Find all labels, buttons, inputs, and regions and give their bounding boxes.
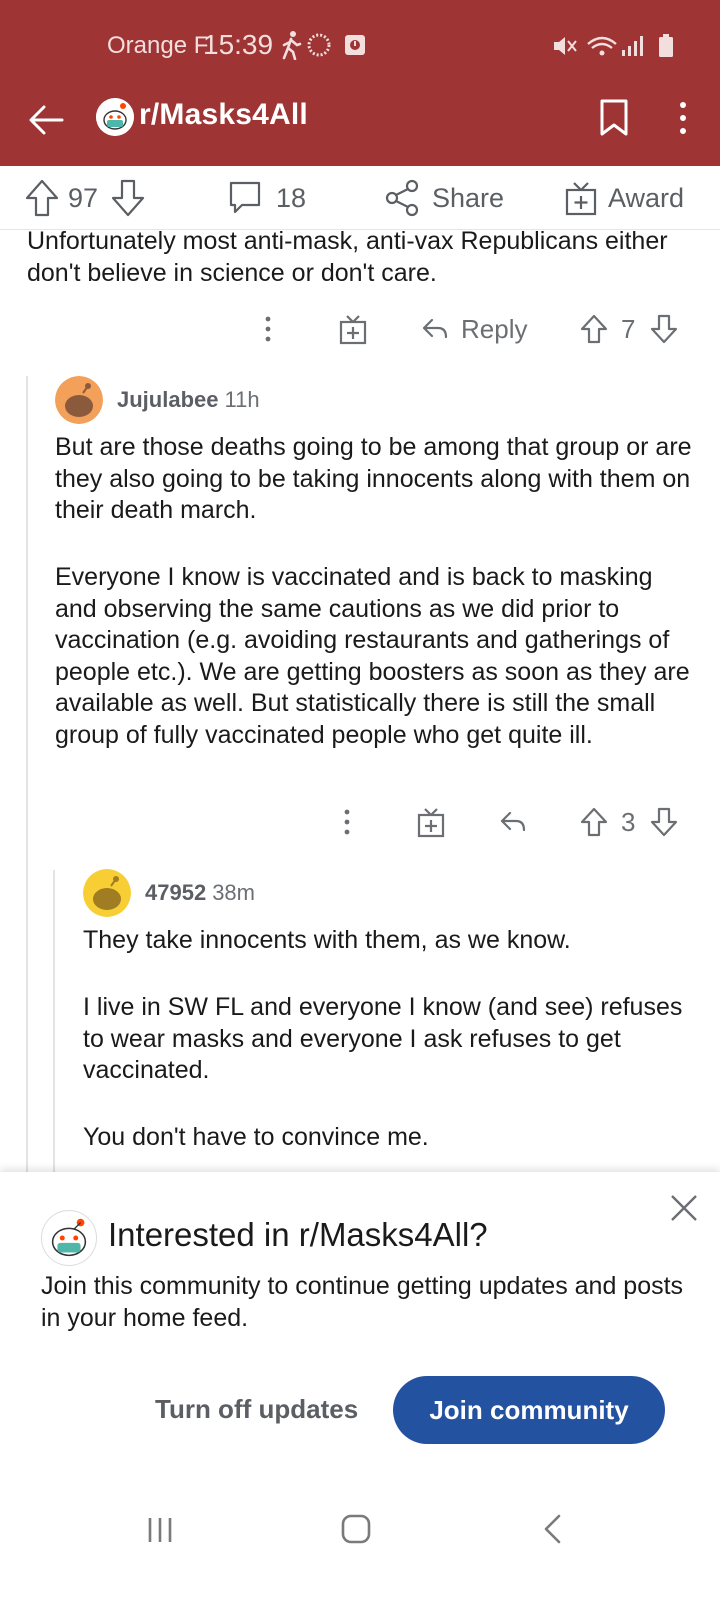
walking-icon [282,31,302,60]
reply-label: Reply [461,313,528,344]
status-bar: Orange F 15:39 [0,0,720,90]
comment-controls: Reply 7 [258,309,688,349]
comment-paragraph: But are those deaths going to be among t… [55,433,692,524]
share-label: Share [432,182,505,213]
close-icon[interactable] [668,1192,700,1224]
upvote-icon[interactable] [580,806,608,838]
award-gift-icon[interactable] [417,806,445,838]
downvote-icon[interactable] [650,313,678,345]
comment-body: Unfortunately most anti-mask, anti-vax R… [27,227,668,287]
comment-score: 3 [621,806,636,837]
subreddit-avatar [41,1210,97,1266]
mute-icon [554,37,577,55]
top-header: Orange F 15:39 r/Masks4All [0,0,720,166]
more-options-icon[interactable] [337,802,357,842]
subreddit-title[interactable]: r/Masks4All [139,98,308,132]
sheet-body: Join this community to continue getting … [41,1272,684,1332]
comment-age: 38m [212,880,255,905]
reply-arrow-icon[interactable] [499,808,527,836]
reply-arrow-icon [422,318,448,339]
back-arrow-icon[interactable] [26,100,66,140]
downvote-icon[interactable] [650,806,678,838]
comment-score: 7 [621,313,636,344]
more-options-icon[interactable] [258,309,278,349]
comment-age: 11h [224,387,260,412]
comment-paragraph: They take innocents with them, as we kno… [83,926,571,954]
username[interactable]: 47952 [145,880,206,906]
subreddit-avatar[interactable] [96,98,134,136]
upvote-icon[interactable] [24,178,60,218]
recent-apps-icon[interactable] [145,1515,175,1545]
award-gift-icon[interactable] [339,313,367,345]
comment-meta: 47952 38m [145,880,255,906]
loading-ring-icon [307,33,331,57]
sheet-title: Interested in r/Masks4All? [108,1216,488,1253]
comment-count: 18 [276,182,307,213]
avatar[interactable] [55,376,103,424]
battery-icon [659,34,673,57]
upvote-icon[interactable] [580,313,608,345]
share-icon [385,179,419,217]
award-label: Award [608,182,685,213]
back-nav-icon[interactable] [541,1513,565,1545]
post-vote-group: 97 [24,176,146,220]
system-indicators [554,34,673,57]
comment-paragraph: Everyone I know is vaccinated and is bac… [55,563,690,749]
app-bar: r/Masks4All [0,90,720,166]
wifi-icon [587,36,617,56]
comment-controls: 3 [337,802,687,842]
carrier-label: Orange F [107,32,209,59]
turn-off-updates-button[interactable]: Turn off updates [155,1394,358,1425]
post-score: 97 [68,182,99,213]
downvote-icon[interactable] [110,178,146,218]
post-action-bar: 97 18 Share Award [0,166,720,230]
signal-icon [622,36,643,56]
screen-record-icon [345,35,365,55]
share-button[interactable]: Share [384,176,504,220]
overflow-menu-icon[interactable] [675,98,691,138]
comments-button[interactable]: 18 [226,176,306,220]
avatar[interactable] [83,869,131,917]
award-gift-icon [565,182,597,216]
home-icon[interactable] [340,1513,372,1545]
system-nav-bar [0,1495,720,1600]
comment-bubble-icon [229,181,261,214]
bookmark-icon[interactable] [598,98,630,138]
thread-line [53,870,55,1172]
comment-meta: Jujulabee 11h [117,387,260,413]
username[interactable]: Jujulabee [117,387,218,413]
thread-line [26,376,28,1172]
reply-button[interactable]: Reply [421,314,527,345]
join-community-button[interactable]: Join community [393,1376,665,1444]
comment-paragraph: I live in SW FL and everyone I know (and… [83,993,683,1084]
award-button[interactable]: Award [564,176,684,220]
comment-paragraph: You don't have to convince me. [83,1123,429,1151]
clock: 15:39 [203,29,274,60]
